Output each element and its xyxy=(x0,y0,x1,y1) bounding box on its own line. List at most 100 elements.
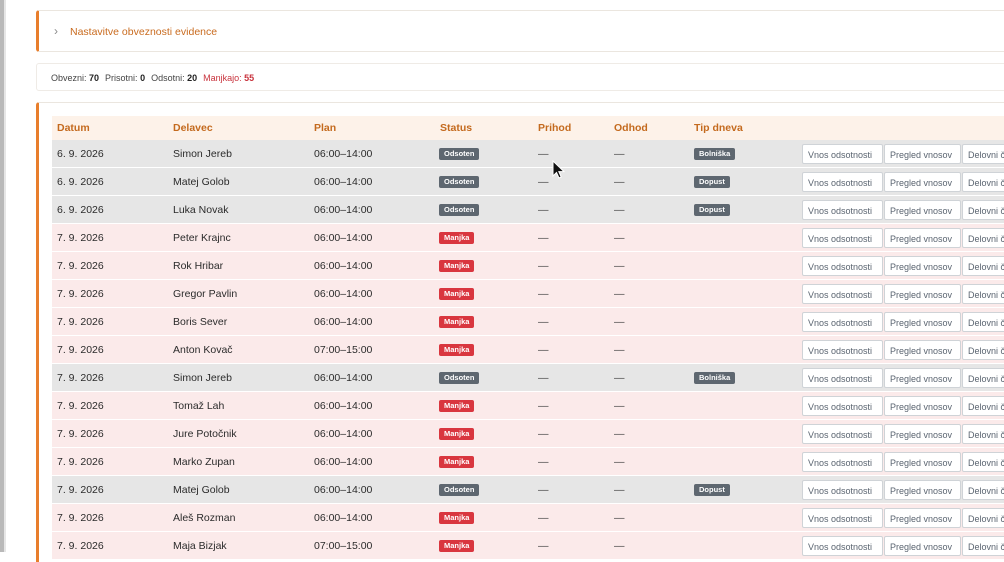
working-hours-button[interactable]: Delovni čas xyxy=(962,424,1004,444)
review-entries-button[interactable]: Pregled vnosov xyxy=(884,340,961,360)
date-cell: 7. 9. 2026 xyxy=(57,316,104,328)
settings-title[interactable]: Nastavitve obveznosti evidence xyxy=(70,26,217,38)
column-header-prihod[interactable]: Prihod xyxy=(538,122,571,134)
review-entries-button[interactable]: Pregled vnosov xyxy=(884,396,961,416)
date-cell: 7. 9. 2026 xyxy=(57,400,104,412)
working-hours-button[interactable]: Delovni čas xyxy=(962,256,1004,276)
column-header-plan[interactable]: Plan xyxy=(314,122,336,134)
worker-cell: Aleš Rozman xyxy=(173,512,236,524)
date-cell: 7. 9. 2026 xyxy=(57,428,104,440)
arrival-cell: — xyxy=(538,540,549,552)
table-row: 7. 9. 2026 Boris Sever 06:00–14:00 Manjka — —… xyxy=(52,308,1004,336)
table-row: 7. 9. 2026 Peter Krajnc 06:00–14:00 Manjka —… xyxy=(52,224,1004,252)
status-badge: Odsoten xyxy=(439,484,480,496)
summary-item: Obvezni: 70 xyxy=(51,73,99,83)
working-hours-button[interactable]: Delovni čas xyxy=(962,480,1004,500)
arrival-cell: — xyxy=(538,204,549,216)
enter-absence-button[interactable]: Vnos odsotnosti xyxy=(802,284,883,304)
date-cell: 6. 9. 2026 xyxy=(57,176,104,188)
arrival-cell: — xyxy=(538,148,549,160)
status-badge: Manjka xyxy=(439,288,475,300)
column-header-delavec[interactable]: Delavec xyxy=(173,122,213,134)
worker-cell: Jure Potočnik xyxy=(173,428,237,440)
arrival-cell: — xyxy=(538,400,549,412)
arrival-cell: — xyxy=(538,316,549,328)
enter-absence-button[interactable]: Vnos odsotnosti xyxy=(802,172,883,192)
review-entries-button[interactable]: Pregled vnosov xyxy=(884,508,961,528)
enter-absence-button[interactable]: Vnos odsotnosti xyxy=(802,312,883,332)
working-hours-button[interactable]: Delovni čas xyxy=(962,368,1004,388)
enter-absence-button[interactable]: Vnos odsotnosti xyxy=(802,144,883,164)
plan-cell: 06:00–14:00 xyxy=(314,316,373,328)
enter-absence-button[interactable]: Vnos odsotnosti xyxy=(802,228,883,248)
plan-cell: 06:00–14:00 xyxy=(314,260,373,272)
status-badge: Manjka xyxy=(439,512,475,524)
summary-value: 55 xyxy=(244,73,255,83)
table-row: 7. 9. 2026 Matej Golob 06:00–14:00 Odsoten —… xyxy=(52,476,1004,504)
enter-absence-button[interactable]: Vnos odsotnosti xyxy=(802,424,883,444)
date-cell: 7. 9. 2026 xyxy=(57,288,104,300)
working-hours-button[interactable]: Delovni čas xyxy=(962,396,1004,416)
arrival-cell: — xyxy=(538,484,549,496)
working-hours-button[interactable]: Delovni čas xyxy=(962,144,1004,164)
enter-absence-button[interactable]: Vnos odsotnosti xyxy=(802,508,883,528)
attendance-table: Datum Delavec Plan Status Prihod Odhod Tip dne… xyxy=(36,102,1004,562)
departure-cell: — xyxy=(614,148,625,160)
plan-cell: 07:00–15:00 xyxy=(314,540,373,552)
date-cell: 7. 9. 2026 xyxy=(57,372,104,384)
working-hours-button[interactable]: Delovni čas xyxy=(962,200,1004,220)
review-entries-button[interactable]: Pregled vnosov xyxy=(884,200,961,220)
day-type-badge: Dopust xyxy=(694,484,730,496)
review-entries-button[interactable]: Pregled vnosov xyxy=(884,284,961,304)
departure-cell: — xyxy=(614,260,625,272)
date-cell: 7. 9. 2026 xyxy=(57,540,104,552)
arrival-cell: — xyxy=(538,232,549,244)
column-header-tip-dneva[interactable]: Tip dneva xyxy=(694,122,743,134)
plan-cell: 06:00–14:00 xyxy=(314,372,373,384)
review-entries-button[interactable]: Pregled vnosov xyxy=(884,312,961,332)
review-entries-button[interactable]: Pregled vnosov xyxy=(884,480,961,500)
status-badge: Manjka xyxy=(439,344,475,356)
summary-label: Prisotni: xyxy=(105,73,141,83)
plan-cell: 06:00–14:00 xyxy=(314,148,373,160)
review-entries-button[interactable]: Pregled vnosov xyxy=(884,368,961,388)
column-header-datum[interactable]: Datum xyxy=(57,122,90,134)
worker-cell: Matej Golob xyxy=(173,176,230,188)
review-entries-button[interactable]: Pregled vnosov xyxy=(884,256,961,276)
column-header-status[interactable]: Status xyxy=(440,122,472,134)
mouse-cursor-icon xyxy=(552,160,566,179)
summary-value: 0 xyxy=(140,73,146,83)
enter-absence-button[interactable]: Vnos odsotnosti xyxy=(802,340,883,360)
enter-absence-button[interactable]: Vnos odsotnosti xyxy=(802,536,883,556)
working-hours-button[interactable]: Delovni čas xyxy=(962,536,1004,556)
enter-absence-button[interactable]: Vnos odsotnosti xyxy=(802,396,883,416)
enter-absence-button[interactable]: Vnos odsotnosti xyxy=(802,200,883,220)
day-type-badge: Dopust xyxy=(694,204,730,216)
review-entries-button[interactable]: Pregled vnosov xyxy=(884,228,961,248)
status-badge: Manjka xyxy=(439,400,475,412)
settings-collapsible[interactable]: › Nastavitve obveznosti evidence xyxy=(36,10,1004,52)
working-hours-button[interactable]: Delovni čas xyxy=(962,340,1004,360)
enter-absence-button[interactable]: Vnos odsotnosti xyxy=(802,256,883,276)
departure-cell: — xyxy=(614,456,625,468)
working-hours-button[interactable]: Delovni čas xyxy=(962,452,1004,472)
enter-absence-button[interactable]: Vnos odsotnosti xyxy=(802,452,883,472)
working-hours-button[interactable]: Delovni čas xyxy=(962,508,1004,528)
arrival-cell: — xyxy=(538,344,549,356)
enter-absence-button[interactable]: Vnos odsotnosti xyxy=(802,368,883,388)
review-entries-button[interactable]: Pregled vnosov xyxy=(884,452,961,472)
review-entries-button[interactable]: Pregled vnosov xyxy=(884,536,961,556)
plan-cell: 07:00–15:00 xyxy=(314,344,373,356)
working-hours-button[interactable]: Delovni čas xyxy=(962,228,1004,248)
summary-item: Odsotni: 20 xyxy=(151,73,197,83)
plan-cell: 06:00–14:00 xyxy=(314,176,373,188)
review-entries-button[interactable]: Pregled vnosov xyxy=(884,172,961,192)
review-entries-button[interactable]: Pregled vnosov xyxy=(884,424,961,444)
working-hours-button[interactable]: Delovni čas xyxy=(962,284,1004,304)
review-entries-button[interactable]: Pregled vnosov xyxy=(884,144,961,164)
working-hours-button[interactable]: Delovni čas xyxy=(962,312,1004,332)
table-row: 7. 9. 2026 Gregor Pavlin 06:00–14:00 Manjka… xyxy=(52,280,1004,308)
column-header-odhod[interactable]: Odhod xyxy=(614,122,648,134)
enter-absence-button[interactable]: Vnos odsotnosti xyxy=(802,480,883,500)
working-hours-button[interactable]: Delovni čas xyxy=(962,172,1004,192)
